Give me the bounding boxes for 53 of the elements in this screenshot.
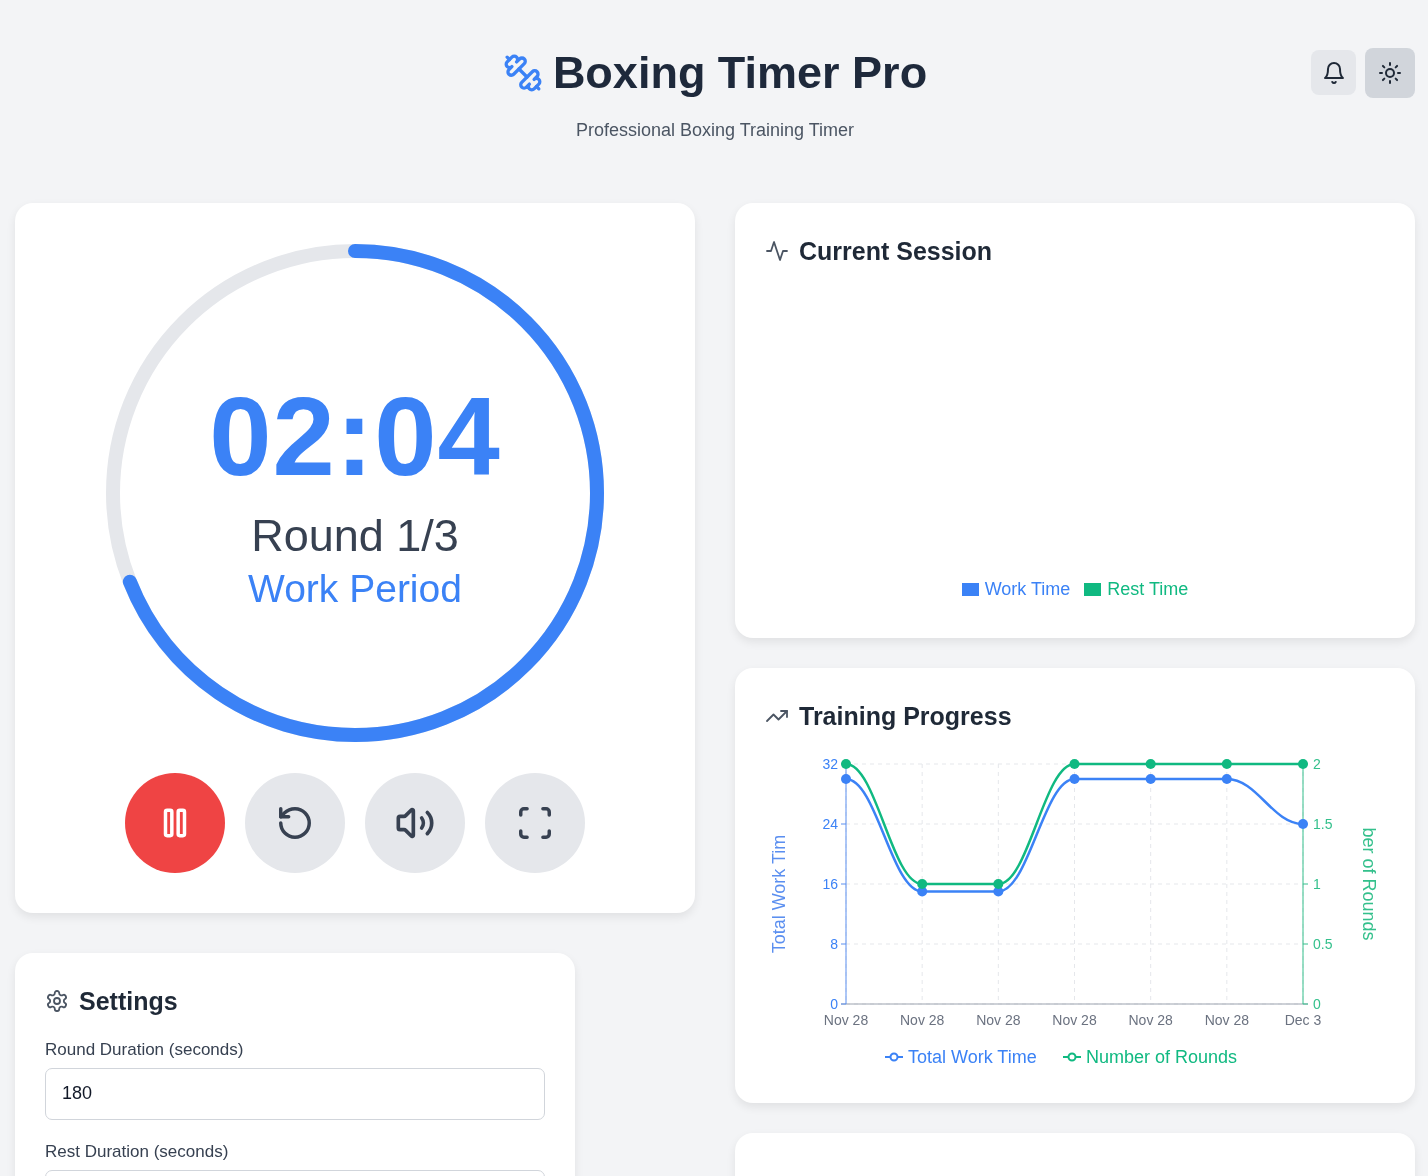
axis-tick-label: 0 xyxy=(1313,995,1321,1012)
app-title: Boxing Timer Pro xyxy=(552,48,928,98)
input-field[interactable]: 180 xyxy=(45,1067,545,1120)
card-title: Current Session xyxy=(799,236,993,266)
axis-tick-label: Nov 28 xyxy=(1204,1011,1249,1028)
axis-title: ber of Rounds xyxy=(1359,826,1379,941)
data-point xyxy=(841,758,851,769)
field-label: Rest Duration (seconds) xyxy=(45,1141,230,1162)
round-counter: Round 1/3 xyxy=(251,510,459,560)
axis-tick-label: 1 xyxy=(1313,875,1321,892)
axis-tick-label: Nov 28 xyxy=(976,1011,1021,1028)
data-point xyxy=(1298,758,1308,769)
data-point xyxy=(1145,773,1156,784)
dumbbell-icon xyxy=(502,52,543,93)
data-point xyxy=(993,878,1004,889)
axis-tick-label: 0.5 xyxy=(1313,935,1333,952)
data-point xyxy=(1069,773,1080,784)
legend-label: Number of Rounds xyxy=(1086,1046,1238,1067)
axis-tick-label: Nov 28 xyxy=(1128,1011,1173,1028)
axis-tick-label: Dec 3 xyxy=(1284,1011,1322,1028)
legend-label: Rest Time xyxy=(1107,578,1189,600)
timer-display: 02:04 xyxy=(209,380,501,493)
axis-tick-label: 24 xyxy=(822,815,838,832)
bell-icon xyxy=(1321,60,1346,85)
data-point xyxy=(917,878,928,889)
axis-tick-label: Nov 28 xyxy=(1052,1011,1097,1028)
axis-tick-label: 1.5 xyxy=(1313,815,1333,832)
legend-label: Total Work Time xyxy=(908,1046,1037,1067)
data-point xyxy=(1145,758,1156,769)
gear-icon xyxy=(45,989,69,1013)
notifications-button[interactable] xyxy=(1311,50,1356,95)
app-subtitle: Professional Boxing Training Timer xyxy=(575,119,855,141)
axis-tick-label: Nov 28 xyxy=(823,1011,869,1028)
theme-toggle-button[interactable] xyxy=(1365,48,1415,98)
legend-label: Work Time xyxy=(984,578,1071,600)
axis-tick-label: 8 xyxy=(830,935,838,952)
axis-tick-label: 32 xyxy=(822,755,838,772)
card-title: Training Progress xyxy=(799,701,1012,731)
data-point xyxy=(1298,818,1308,829)
activity-icon xyxy=(765,239,789,263)
data-point xyxy=(841,773,851,784)
axis-tick-label: 0 xyxy=(830,995,838,1012)
field-label: Round Duration (seconds) xyxy=(45,1039,245,1060)
axis-tick-label: 16 xyxy=(822,875,838,892)
period-label: Work Period xyxy=(248,568,462,611)
data-point xyxy=(1221,758,1232,769)
data-point xyxy=(1221,773,1232,784)
data-point xyxy=(1069,758,1080,769)
axis-tick-label: 2 xyxy=(1313,755,1321,772)
settings-title: Settings xyxy=(79,986,178,1016)
axis-title: Total Work Tim xyxy=(769,834,789,953)
axis-tick-label: Nov 28 xyxy=(900,1011,945,1028)
sun-icon xyxy=(1378,61,1402,85)
